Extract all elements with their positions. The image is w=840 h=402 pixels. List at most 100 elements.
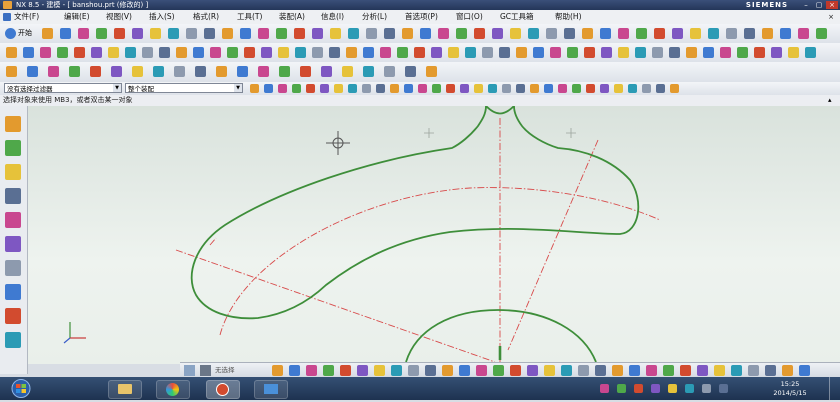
standard-tool-icon[interactable] [168, 28, 179, 39]
standard-tool-icon[interactable] [798, 28, 809, 39]
feature-tool-icon[interactable] [805, 47, 816, 58]
selection-tool-icon[interactable] [278, 84, 287, 93]
standard-tool-icon[interactable] [474, 28, 485, 39]
standard-tool-icon[interactable] [42, 28, 53, 39]
feature-tool-icon[interactable] [261, 47, 272, 58]
selection-tool-icon[interactable] [670, 84, 679, 93]
standard-tool-icon[interactable] [762, 28, 773, 39]
wrench-neck-arc[interactable] [485, 106, 515, 115]
standard-tool-icon[interactable] [222, 28, 233, 39]
menu-view[interactable]: 视图(V) [106, 10, 132, 24]
feature-tool-icon[interactable] [40, 47, 51, 58]
snap-tool-icon[interactable] [425, 365, 436, 376]
snap-tool-icon[interactable] [374, 365, 385, 376]
snap-tool-icon[interactable] [595, 365, 606, 376]
show-desktop-button[interactable] [829, 377, 840, 400]
standard-tool-icon[interactable] [690, 28, 701, 39]
history-icon[interactable] [5, 236, 21, 252]
sync-tool-icon[interactable] [174, 66, 185, 77]
snap-tool-icon[interactable] [323, 365, 334, 376]
start-icon[interactable] [3, 13, 11, 21]
tray-icon[interactable] [651, 384, 660, 393]
tray-icon[interactable] [719, 384, 728, 393]
standard-tool-icon[interactable] [294, 28, 305, 39]
sync-tool-icon[interactable] [384, 66, 395, 77]
feature-tool-icon[interactable] [703, 47, 714, 58]
sync-tool-icon[interactable] [405, 66, 416, 77]
standard-tool-icon[interactable] [78, 28, 89, 39]
selection-tool-icon[interactable] [474, 84, 483, 93]
feature-tool-icon[interactable] [516, 47, 527, 58]
standard-tool-icon[interactable] [114, 28, 125, 39]
feature-tool-icon[interactable] [754, 47, 765, 58]
tray-icon[interactable] [702, 384, 711, 393]
standard-tool-icon[interactable] [654, 28, 665, 39]
taskbar-explorer[interactable] [108, 380, 142, 399]
menu-close-icon[interactable]: × [828, 10, 834, 24]
feature-tool-icon[interactable] [499, 47, 510, 58]
standard-tool-icon[interactable] [546, 28, 557, 39]
tray-icon[interactable] [617, 384, 626, 393]
snap-tool-icon[interactable] [731, 365, 742, 376]
feature-tool-icon[interactable] [91, 47, 102, 58]
selection-tool-icon[interactable] [250, 84, 259, 93]
feature-tool-icon[interactable] [669, 47, 680, 58]
standard-tool-icon[interactable] [384, 28, 395, 39]
menu-gc-toolkit[interactable]: GC工具箱 [500, 10, 534, 24]
feature-tool-icon[interactable] [312, 47, 323, 58]
selection-tool-icon[interactable] [432, 84, 441, 93]
feature-tool-icon[interactable] [601, 47, 612, 58]
web-browser-icon[interactable] [5, 212, 21, 228]
selection-tool-icon[interactable] [292, 84, 301, 93]
menu-information[interactable]: 信息(I) [321, 10, 344, 24]
feature-tool-icon[interactable] [652, 47, 663, 58]
standard-tool-icon[interactable] [456, 28, 467, 39]
standard-tool-icon[interactable] [150, 28, 161, 39]
selection-tool-icon[interactable] [656, 84, 665, 93]
feature-tool-icon[interactable] [346, 47, 357, 58]
feature-tool-icon[interactable] [550, 47, 561, 58]
assembly-navigator-icon[interactable] [5, 116, 21, 132]
snap-tool-icon[interactable] [391, 365, 402, 376]
sync-tool-icon[interactable] [27, 66, 38, 77]
snap-tool-icon[interactable] [697, 365, 708, 376]
part-navigator-icon[interactable] [5, 164, 21, 180]
roles-icon[interactable] [5, 308, 21, 324]
feature-tool-icon[interactable] [108, 47, 119, 58]
snap-tool-icon[interactable] [663, 365, 674, 376]
feature-tool-icon[interactable] [193, 47, 204, 58]
selection-tool-icon[interactable] [530, 84, 539, 93]
standard-tool-icon[interactable] [186, 28, 197, 39]
finish-sketch-icon[interactable] [200, 365, 211, 376]
menu-preferences[interactable]: 首选项(P) [405, 10, 438, 24]
sync-tool-icon[interactable] [363, 66, 374, 77]
feature-tool-icon[interactable] [771, 47, 782, 58]
snap-tool-icon[interactable] [578, 365, 589, 376]
selection-tool-icon[interactable] [502, 84, 511, 93]
sync-tool-icon[interactable] [279, 66, 290, 77]
standard-tool-icon[interactable] [366, 28, 377, 39]
standard-tool-icon[interactable] [618, 28, 629, 39]
selection-tool-icon[interactable] [628, 84, 637, 93]
maximize-button[interactable]: ▢ [813, 1, 825, 9]
feature-tool-icon[interactable] [788, 47, 799, 58]
feature-tool-icon[interactable] [720, 47, 731, 58]
feature-tool-icon[interactable] [635, 47, 646, 58]
close-button[interactable]: × [826, 1, 838, 9]
sync-tool-icon[interactable] [69, 66, 80, 77]
feature-tool-icon[interactable] [465, 47, 476, 58]
feature-tool-icon[interactable] [482, 47, 493, 58]
start-menu-label[interactable]: 开始 [18, 28, 32, 39]
standard-tool-icon[interactable] [816, 28, 827, 39]
snap-tool-icon[interactable] [765, 365, 776, 376]
tray-icon[interactable] [634, 384, 643, 393]
standard-tool-icon[interactable] [672, 28, 683, 39]
process-studio-icon[interactable] [5, 284, 21, 300]
feature-tool-icon[interactable] [23, 47, 34, 58]
snap-tool-icon[interactable] [340, 365, 351, 376]
feature-tool-icon[interactable] [57, 47, 68, 58]
selection-tool-icon[interactable] [600, 84, 609, 93]
type-filter-combo[interactable]: 没有选择过滤器 ▼ [4, 83, 122, 93]
snap-tool-icon[interactable] [714, 365, 725, 376]
taskbar-media[interactable] [156, 380, 190, 399]
